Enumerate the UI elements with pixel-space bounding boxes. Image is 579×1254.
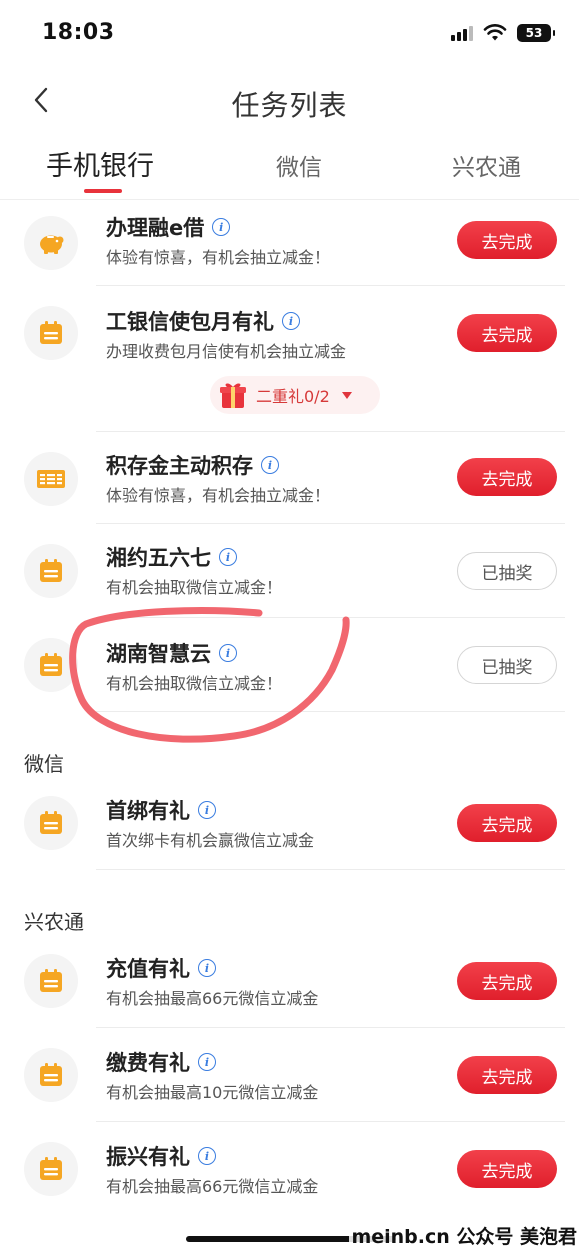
- tab-bar: 手机银行 微信 兴农通: [0, 140, 579, 200]
- calendar-icon: [24, 544, 78, 598]
- task-description: 体验有惊喜，有机会抽立减金！: [106, 486, 331, 505]
- gift-progress-text: 二重礼0/2: [256, 387, 330, 406]
- task-description: 有机会抽取微信立减金！: [106, 578, 283, 597]
- piggy-bank-icon: [24, 216, 78, 270]
- task-item: 湖南智慧云 i 有机会抽取微信立减金！ 已抽奖: [0, 618, 579, 712]
- task-title: 充值有礼: [106, 957, 190, 981]
- divider: [96, 869, 565, 870]
- gold-bar-icon: [24, 452, 78, 506]
- info-icon[interactable]: i: [219, 644, 237, 662]
- cellular-signal-icon: [451, 25, 473, 41]
- calendar-icon: [24, 306, 78, 360]
- divider: [96, 711, 565, 712]
- go-complete-button[interactable]: 去完成: [457, 458, 557, 496]
- calendar-icon: [24, 796, 78, 850]
- task-description: 办理收费包月信使有机会抽立减金: [106, 342, 347, 361]
- info-icon[interactable]: i: [212, 218, 231, 236]
- status-bar: 18:03 53: [0, 0, 579, 70]
- already-drawn-button[interactable]: 已抽奖: [457, 646, 557, 684]
- task-description: 有机会抽最高66元微信立减金: [106, 989, 319, 1008]
- go-complete-button[interactable]: 去完成: [457, 221, 557, 259]
- task-item: 充值有礼 i 有机会抽最高66元微信立减金 去完成: [0, 936, 579, 1028]
- section-label-xingnongtong: 兴农通: [24, 910, 84, 934]
- battery-icon: 53: [517, 24, 555, 42]
- task-title: 首绑有礼: [106, 799, 190, 823]
- task-title: 湘约五六七: [106, 546, 211, 570]
- calendar-icon: [24, 1048, 78, 1102]
- calendar-icon: [24, 1142, 78, 1196]
- go-complete-button[interactable]: 去完成: [457, 962, 557, 1000]
- task-item: 办理融e借 i 体验有惊喜，有机会抽立减金！ 去完成: [0, 200, 579, 286]
- status-time: 18:03: [42, 20, 115, 45]
- chevron-down-icon: [341, 391, 352, 399]
- info-icon[interactable]: i: [261, 456, 279, 474]
- watermark-text: meinb.cn 公众号 美泡君: [349, 1222, 579, 1249]
- tab-xingnongtong[interactable]: 兴农通: [452, 148, 521, 182]
- task-item: 缴费有礼 i 有机会抽最高10元微信立减金 去完成: [0, 1028, 579, 1122]
- task-description: 体验有惊喜，有机会抽立减金！: [106, 248, 331, 267]
- page-title: 任务列表: [231, 89, 348, 122]
- task-description: 首次绑卡有机会赢微信立减金: [106, 831, 315, 850]
- task-description: 有机会抽取微信立减金！: [106, 674, 283, 693]
- info-icon[interactable]: i: [198, 801, 216, 819]
- nav-header: 任务列表: [0, 70, 579, 130]
- calendar-icon: [24, 638, 78, 692]
- task-item: 积存金主动积存 i 体验有惊喜，有机会抽立减金！ 去完成: [0, 432, 579, 524]
- info-icon[interactable]: i: [282, 312, 300, 330]
- task-title: 积存金主动积存: [106, 454, 253, 478]
- task-description: 有机会抽最高66元微信立减金: [106, 1177, 319, 1196]
- go-complete-button[interactable]: 去完成: [457, 1150, 557, 1188]
- already-drawn-button[interactable]: 已抽奖: [457, 552, 557, 590]
- status-icons: 53: [451, 24, 555, 42]
- info-icon[interactable]: i: [198, 1147, 216, 1165]
- task-title: 工银信使包月有礼: [106, 310, 274, 334]
- task-item: 首绑有礼 i 首次绑卡有机会赢微信立减金 去完成: [0, 778, 579, 870]
- task-description: 有机会抽最高10元微信立减金: [106, 1083, 319, 1102]
- task-title: 湖南智慧云: [106, 642, 211, 666]
- gift-box-icon: [220, 383, 246, 408]
- task-title: 办理融e借: [106, 216, 205, 240]
- info-icon[interactable]: i: [219, 548, 237, 566]
- go-complete-button[interactable]: 去完成: [457, 804, 557, 842]
- tab-mobile-bank[interactable]: 手机银行: [46, 144, 154, 183]
- calendar-icon: [24, 954, 78, 1008]
- wifi-icon: [483, 24, 507, 41]
- task-item: 振兴有礼 i 有机会抽最高66元微信立减金 去完成: [0, 1122, 579, 1216]
- go-complete-button[interactable]: 去完成: [457, 1056, 557, 1094]
- info-icon[interactable]: i: [198, 959, 216, 977]
- task-item: 湘约五六七 i 有机会抽取微信立减金！ 已抽奖: [0, 524, 579, 618]
- task-title: 缴费有礼: [106, 1051, 190, 1075]
- info-icon[interactable]: i: [198, 1053, 216, 1071]
- task-title: 振兴有礼: [106, 1145, 190, 1169]
- gift-progress-badge[interactable]: 二重礼0/2: [210, 376, 380, 414]
- tab-wechat[interactable]: 微信: [276, 148, 322, 182]
- go-complete-button[interactable]: 去完成: [457, 314, 557, 352]
- active-tab-indicator: [84, 189, 122, 193]
- section-label-wechat: 微信: [24, 752, 64, 776]
